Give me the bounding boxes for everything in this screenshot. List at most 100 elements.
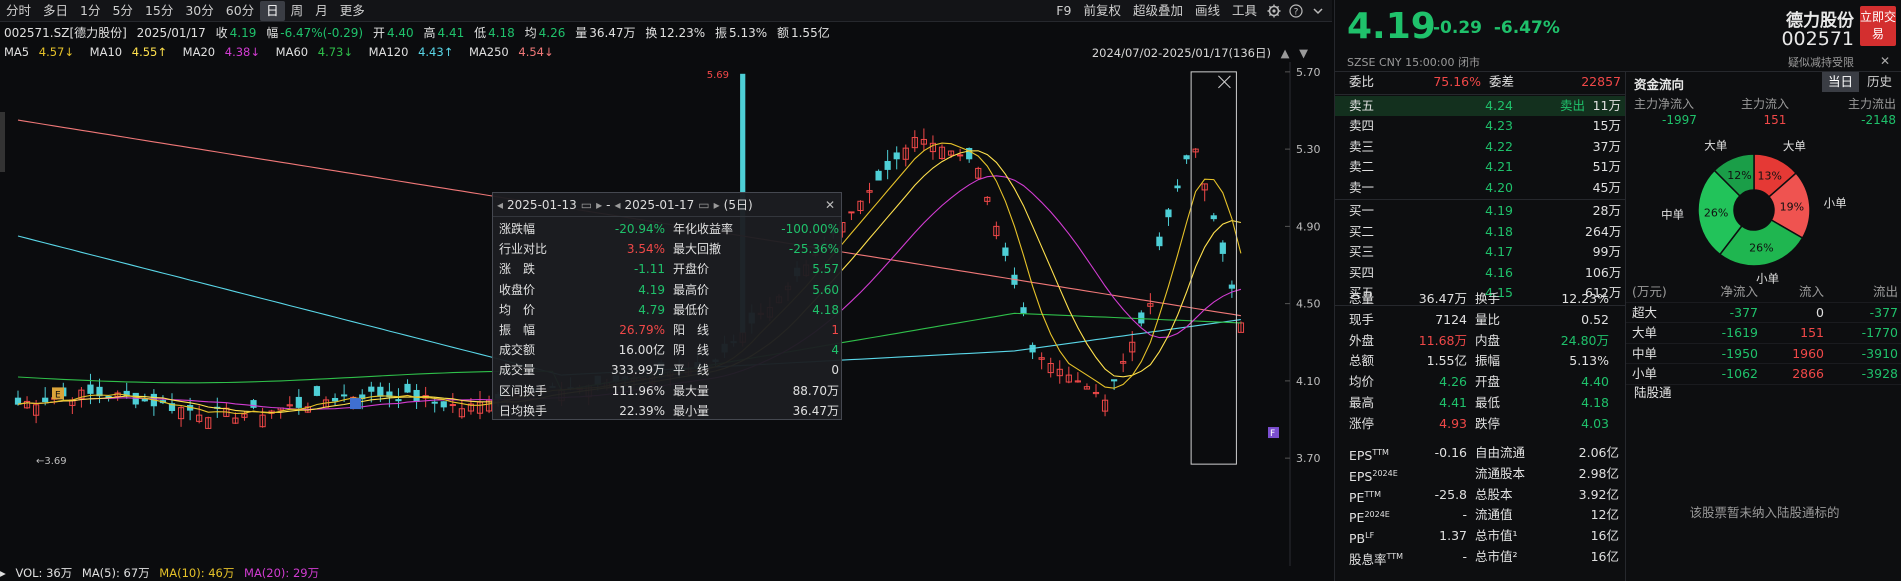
bid-row[interactable]: 买二 4.18 264万 <box>1335 222 1625 243</box>
fin-label: 股息率TTM <box>1349 551 1404 568</box>
period-tab-multiday[interactable]: 多日 <box>37 1 74 21</box>
end-prev-icon[interactable]: ◂ <box>615 198 621 212</box>
high-label: 高 <box>423 26 436 40</box>
period-tab-week[interactable]: 周 <box>285 1 310 21</box>
flow-out: -3910 <box>1861 345 1898 361</box>
ask-row[interactable]: 卖一 4.20 45万 <box>1335 178 1625 199</box>
overlay-button[interactable]: 超级叠加 <box>1128 1 1188 21</box>
hk-connect-title: 陆股通 <box>1634 385 1672 400</box>
ask-row[interactable]: 卖五 4.24 卖出 11万 <box>1335 95 1625 116</box>
period-tab-15min[interactable]: 15分 <box>139 1 179 21</box>
period-tab-more[interactable]: 更多 <box>334 1 371 21</box>
market-meta: SZSE CNY 15:00:00 闭市 <box>1347 56 1480 69</box>
stat-value: 4.93 <box>1439 415 1467 431</box>
end-date[interactable]: 2025-01-17 <box>625 198 695 212</box>
f9-button[interactable]: F9 <box>1051 1 1076 21</box>
volume-legend: ▸ VOL: 36万 MA(5): 67万 MA(10): 46万 MA(20)… <box>0 566 1332 581</box>
candle-body <box>87 384 94 394</box>
period-tab-60min[interactable]: 60分 <box>220 1 260 21</box>
candle-body <box>96 386 103 397</box>
tab-history[interactable]: 历史 <box>1861 72 1898 92</box>
close-icon[interactable]: ✕ <box>825 198 835 212</box>
ask-row[interactable]: 卖四 4.23 15万 <box>1335 116 1625 137</box>
period-tab-intraday[interactable]: 分时 <box>0 1 37 21</box>
start-date[interactable]: 2025-01-13 <box>507 198 577 212</box>
event-marker-f[interactable]: F <box>1268 427 1279 439</box>
stat-value: 0.52 <box>1581 311 1609 327</box>
quote-stat-row: 现手 7124 量比 0.52 <box>1335 310 1625 331</box>
fin-label: 总市值² <box>1475 548 1518 564</box>
trade-now-button[interactable]: 立即交易 <box>1860 6 1896 46</box>
ask-tag <box>1513 157 1585 178</box>
tools-button[interactable]: 工具 <box>1227 1 1262 21</box>
start-calendar-icon[interactable]: ▭ <box>581 198 592 212</box>
quote-stat-row: 外盘 11.68万 内盘 24.80万 <box>1335 331 1625 352</box>
price-tick-label: 5.70 <box>1296 66 1321 79</box>
date-range-label[interactable]: 2024/07/02-2025/01/17(136日) ▲ ▼ <box>1092 45 1314 61</box>
ask-tag <box>1513 178 1585 199</box>
bid-row[interactable]: 买四 4.16 106万 <box>1335 263 1625 284</box>
help-icon[interactable]: ? <box>1286 1 1306 21</box>
adjust-button[interactable]: 前复权 <box>1078 1 1126 21</box>
interval-stat-label: 振 幅 <box>499 322 536 337</box>
interval-stat-value: 4.79 <box>638 302 665 317</box>
vol-arrow-icon[interactable]: ▸ <box>0 566 6 580</box>
start-next-icon[interactable]: ▸ <box>596 198 602 212</box>
end-next-icon[interactable]: ▸ <box>714 198 720 212</box>
interval-stat-label: 最低价 <box>673 302 710 317</box>
period-tab-30min[interactable]: 30分 <box>179 1 219 21</box>
period-tab-5min[interactable]: 5分 <box>106 1 138 21</box>
selection-close-icon[interactable] <box>1218 75 1231 89</box>
ask-price: 4.23 <box>1485 118 1513 133</box>
interval-stat-label: 涨跌幅 <box>499 222 536 236</box>
draw-line-button[interactable]: 画线 <box>1190 1 1225 21</box>
interval-stat-value: 26.79% <box>619 322 665 337</box>
bid-row[interactable]: 买一 4.19 28万 <box>1335 201 1625 222</box>
bid-row[interactable]: 买三 4.17 99万 <box>1335 242 1625 263</box>
stat-value: 1.55亿 <box>1426 353 1467 369</box>
bid-level-label: 买四 <box>1349 264 1375 280</box>
bid-price: 4.18 <box>1485 223 1513 239</box>
start-prev-icon[interactable]: ◂ <box>497 198 503 212</box>
interval-stat-value: 5.60 <box>812 282 839 297</box>
candle-body <box>1183 155 1190 160</box>
end-calendar-icon[interactable]: ▭ <box>698 198 709 212</box>
interval-stat-value: -1.11 <box>633 262 665 277</box>
candle-body <box>1138 312 1145 324</box>
interval-stat-value: 88.70万 <box>792 383 839 398</box>
flow-net: -377 <box>1729 304 1758 320</box>
flow-out: -1770 <box>1861 325 1898 340</box>
settings-gear-icon[interactable] <box>1264 1 1284 21</box>
flow-type: 超大 <box>1632 304 1658 320</box>
max-price-label: 5.69 <box>707 70 729 81</box>
money-flow-summary: 主力净流入 主力流入 主力流出 -1997 151 -2148 <box>1634 97 1896 127</box>
event-marker-f2[interactable] <box>350 398 361 410</box>
close-icon[interactable]: ✕ <box>1880 54 1890 68</box>
interval-stat-label: 最大回撤 <box>673 242 722 257</box>
left-scroll-handle[interactable] <box>0 112 5 172</box>
tab-today[interactable]: 当日 <box>1821 72 1859 92</box>
price-tick-label: 3.70 <box>1296 452 1321 465</box>
date-dash: - <box>606 197 611 212</box>
quote-stat-row: 总额 1.55亿 振幅 5.13% <box>1335 351 1625 372</box>
interval-stat-label: 收盘价 <box>499 282 536 297</box>
event-marker-e[interactable]: E <box>52 387 64 400</box>
money-flow-row: 中单 -1950 1960 -3910 <box>1626 344 1901 364</box>
flow-out: -3928 <box>1861 366 1898 381</box>
event-marker-e-label: E <box>55 390 61 400</box>
event-marker-f-label: F <box>1270 429 1275 439</box>
flow-in: 2866 <box>1792 366 1824 381</box>
interval-stat-label: 区间换手 <box>499 383 548 398</box>
period-tab-1min[interactable]: 1分 <box>74 1 106 21</box>
money-flow-panel: 资金流向 当日 历史 主力净流入 主力流入 主力流出 -1997 151 -21… <box>1625 72 1901 581</box>
interval-selection-box[interactable] <box>1190 71 1237 465</box>
bid-price: 4.19 <box>1485 203 1513 218</box>
period-tab-day[interactable]: 日 <box>260 0 285 21</box>
ma-legend-row: MA5 4.57↓ MA10 4.55↑ MA20 4.38↓ MA60 4.7… <box>4 45 1324 63</box>
collapse-chevron-icon[interactable] <box>1308 1 1328 21</box>
ask-row[interactable]: 卖三 4.22 37万 <box>1335 137 1625 158</box>
ask-row[interactable]: 卖二 4.21 51万 <box>1335 157 1625 178</box>
interval-stat-value: 3.54% <box>626 242 665 257</box>
period-tab-month[interactable]: 月 <box>309 1 334 21</box>
turn-value: 12.23% <box>659 26 706 40</box>
